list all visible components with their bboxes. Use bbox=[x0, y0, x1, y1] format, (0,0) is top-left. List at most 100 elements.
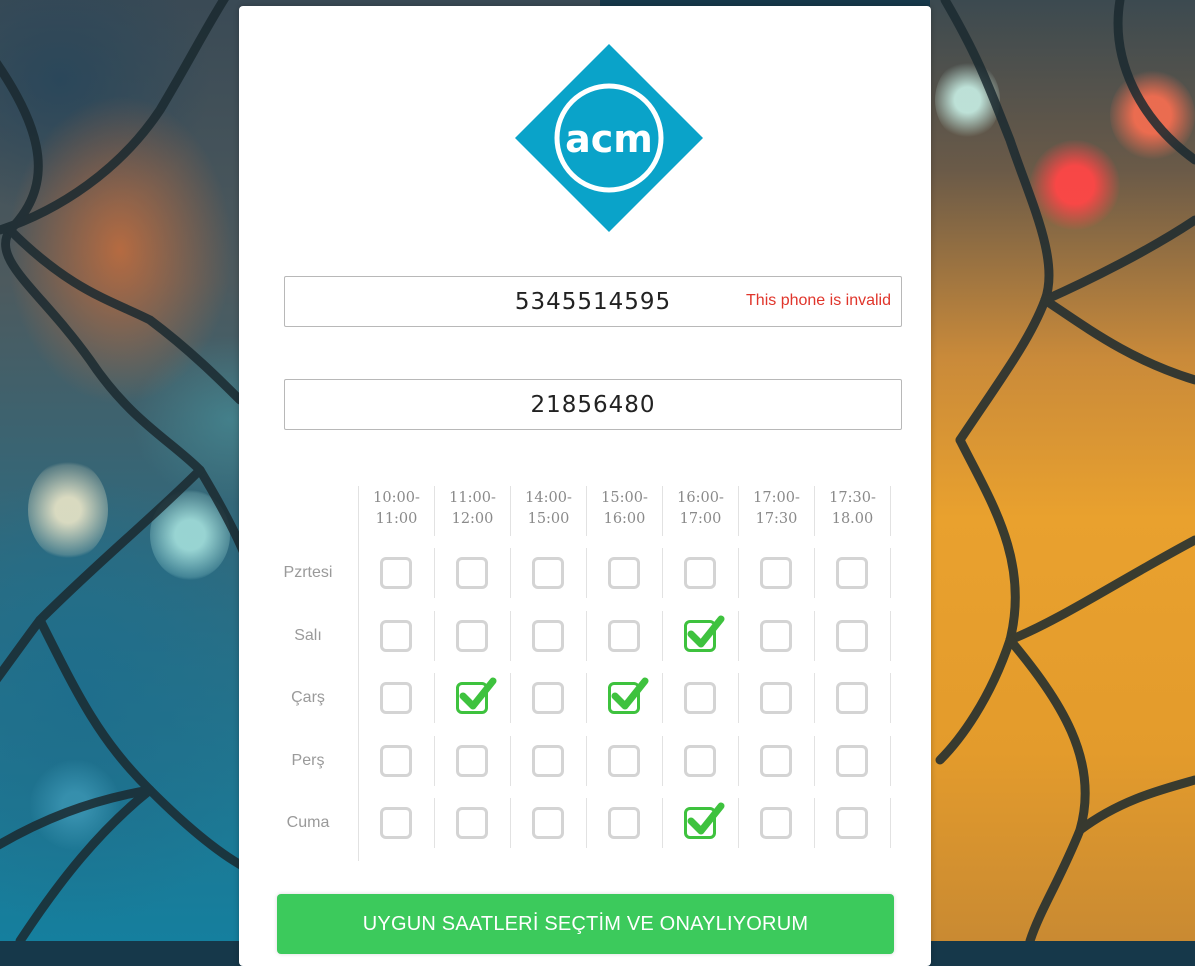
time-slot-end: 17:30 bbox=[755, 511, 798, 527]
availability-checkbox[interactable] bbox=[836, 557, 868, 589]
time-slot-header: 14:00- 15:00 bbox=[511, 486, 587, 536]
schedule-cell bbox=[663, 673, 739, 723]
time-slot-start: 15:00- bbox=[601, 490, 648, 506]
schedule-cell bbox=[663, 798, 739, 848]
availability-checkbox[interactable] bbox=[760, 744, 792, 777]
schedule-cell bbox=[587, 673, 663, 723]
checkmark-icon bbox=[687, 615, 725, 647]
schedule-cell bbox=[359, 673, 435, 723]
schedule-cell bbox=[739, 735, 815, 786]
availability-checkbox[interactable] bbox=[456, 744, 488, 777]
time-slot-header: 17:00- 17:30 bbox=[739, 486, 815, 536]
availability-checkbox[interactable] bbox=[608, 807, 640, 839]
schedule-cell bbox=[663, 735, 739, 786]
availability-checkbox[interactable] bbox=[380, 557, 412, 589]
schedule-cell bbox=[435, 673, 511, 723]
schedule-cell bbox=[815, 798, 891, 848]
checkmark-icon bbox=[611, 677, 649, 710]
schedule-cell bbox=[359, 735, 435, 786]
availability-checkbox[interactable] bbox=[456, 677, 497, 714]
availability-checkbox[interactable] bbox=[380, 807, 412, 839]
time-slot-start: 11:00- bbox=[449, 490, 496, 506]
availability-checkbox[interactable] bbox=[380, 744, 412, 777]
id-field[interactable] bbox=[284, 379, 902, 430]
day-label: Perş bbox=[291, 751, 325, 769]
availability-checkbox[interactable] bbox=[608, 744, 640, 777]
availability-checkbox[interactable] bbox=[532, 619, 564, 652]
schedule-cell bbox=[435, 548, 511, 598]
schedule-cell bbox=[511, 548, 587, 598]
checkmark-icon bbox=[459, 677, 497, 710]
availability-checkbox[interactable] bbox=[684, 744, 716, 777]
schedule-cell bbox=[739, 548, 815, 598]
availability-checkbox[interactable] bbox=[532, 557, 564, 589]
availability-checkbox[interactable] bbox=[684, 615, 725, 652]
availability-checkbox[interactable] bbox=[456, 619, 488, 652]
time-slot-end: 18.00 bbox=[831, 511, 874, 527]
acm-logo: acm bbox=[515, 44, 703, 232]
schedule-cell bbox=[435, 798, 511, 848]
availability-checkbox[interactable] bbox=[760, 619, 792, 652]
availability-checkbox[interactable] bbox=[684, 557, 716, 589]
schedule-cell bbox=[815, 735, 891, 786]
time-slot-start: 10:00- bbox=[373, 490, 420, 506]
day-label: Çarş bbox=[291, 689, 325, 706]
availability-checkbox[interactable] bbox=[836, 682, 868, 714]
time-slot-end: 11:00 bbox=[375, 511, 418, 527]
schedule-cell bbox=[511, 798, 587, 848]
time-slot-header: 11:00- 12:00 bbox=[435, 486, 511, 536]
schedule-cell bbox=[359, 548, 435, 598]
schedule-cell bbox=[739, 798, 815, 848]
time-slot-header: 16:00- 17:00 bbox=[663, 486, 739, 536]
availability-checkbox[interactable] bbox=[532, 744, 564, 777]
availability-checkbox[interactable] bbox=[760, 557, 792, 589]
availability-checkbox[interactable] bbox=[456, 807, 488, 839]
schedule-cell bbox=[815, 673, 891, 723]
availability-checkbox[interactable] bbox=[684, 802, 725, 839]
day-label: Cuma bbox=[286, 814, 330, 831]
day-label: Pzrtesi bbox=[283, 564, 333, 581]
schedule-cell bbox=[511, 610, 587, 661]
availability-checkbox[interactable] bbox=[836, 619, 868, 652]
schedule-cell bbox=[511, 673, 587, 723]
phone-input[interactable] bbox=[285, 277, 901, 326]
submit-button[interactable]: UYGUN SAATLERİ SEÇTİM VE ONAYLIYORUM bbox=[277, 894, 894, 954]
schedule-cell bbox=[587, 548, 663, 598]
schedule-cell bbox=[663, 610, 739, 661]
availability-checkbox[interactable] bbox=[380, 682, 412, 714]
availability-checkbox[interactable] bbox=[532, 807, 564, 839]
availability-checkbox[interactable] bbox=[836, 807, 868, 839]
availability-checkbox[interactable] bbox=[760, 807, 792, 839]
availability-checkbox[interactable] bbox=[608, 677, 649, 714]
availability-checkbox[interactable] bbox=[836, 744, 868, 777]
time-slot-header: 17:30- 18.00 bbox=[815, 486, 891, 536]
schedule-cell bbox=[587, 798, 663, 848]
time-slot-header: 10:00- 11:00 bbox=[359, 486, 435, 536]
phone-field[interactable]: This phone is invalid bbox=[284, 276, 902, 327]
schedule-cell bbox=[587, 610, 663, 661]
schedule-cell bbox=[739, 610, 815, 661]
schedule-cell bbox=[587, 735, 663, 786]
schedule-cell bbox=[359, 798, 435, 848]
availability-checkbox[interactable] bbox=[532, 682, 564, 714]
schedule-cell bbox=[435, 610, 511, 661]
time-slot-start: 14:00- bbox=[525, 490, 572, 506]
schedule-cell bbox=[663, 548, 739, 598]
availability-checkbox[interactable] bbox=[456, 557, 488, 589]
time-slot-end: 15:00 bbox=[527, 511, 570, 527]
availability-checkbox[interactable] bbox=[760, 682, 792, 714]
time-slot-end: 12:00 bbox=[451, 511, 494, 527]
day-label: Salı bbox=[294, 626, 322, 644]
availability-checkbox[interactable] bbox=[380, 619, 412, 652]
time-slot-header: 15:00- 16:00 bbox=[587, 486, 663, 536]
id-input[interactable] bbox=[285, 380, 901, 429]
availability-checkbox[interactable] bbox=[608, 557, 640, 589]
availability-checkbox[interactable] bbox=[608, 619, 640, 652]
schedule-cell bbox=[739, 673, 815, 723]
schedule-cell bbox=[815, 548, 891, 598]
availability-checkbox[interactable] bbox=[684, 682, 716, 714]
checkmark-icon bbox=[687, 802, 725, 835]
time-slot-end: 17:00 bbox=[679, 511, 722, 527]
time-slot-start: 17:00- bbox=[753, 490, 800, 506]
form-card: acm This phone is invalid 10:00- 11:00 11:… bbox=[239, 6, 931, 966]
